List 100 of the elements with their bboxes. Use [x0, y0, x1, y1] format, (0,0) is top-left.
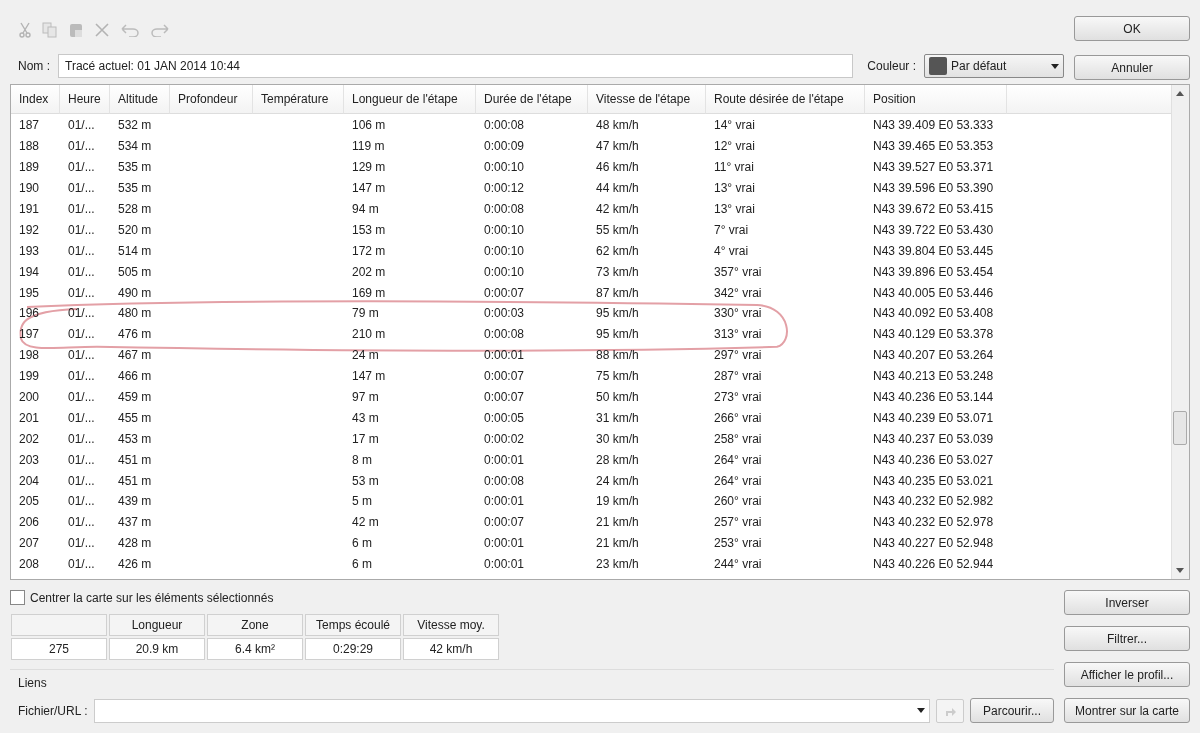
table-cell: N43 40.232 E0 52.982	[873, 494, 994, 509]
column-header[interactable]: Durée de l'étape	[476, 85, 588, 114]
table-cell: N43 40.227 E0 52.948	[873, 536, 994, 551]
table-cell: 287° vrai	[714, 369, 762, 384]
table-cell: 01/...	[68, 118, 95, 133]
table-cell: 01/...	[68, 243, 95, 258]
table-cell: 535 m	[118, 181, 152, 196]
column-header[interactable]: Profondeur	[170, 85, 253, 114]
table-cell: N43 40.213 E0 53.248	[873, 369, 994, 384]
column-header[interactable]: Longueur de l'étape	[344, 85, 476, 114]
table-cell: 14° vrai	[714, 118, 755, 133]
table-cell: 188	[19, 139, 40, 154]
side-button[interactable]: Montrer sur la carte	[1064, 698, 1190, 723]
open-link-button[interactable]	[936, 698, 964, 723]
table-cell: 8 m	[352, 452, 372, 467]
table-cell: 264° vrai	[714, 452, 762, 467]
table-cell: 55 km/h	[596, 222, 639, 237]
table-cell: 207	[19, 536, 40, 551]
column-header[interactable]: Température	[253, 85, 344, 114]
table-cell: 7° vrai	[714, 222, 749, 237]
center-map-checkbox[interactable]: Centrer la carte sur les éléments sélectionnés	[10, 590, 1054, 605]
table-cell: 28 km/h	[596, 452, 639, 467]
table-cell: 534 m	[118, 139, 152, 154]
vertical-scrollbar[interactable]	[1171, 85, 1189, 579]
table-cell: 194	[19, 264, 40, 279]
table-cell: 0:00:02	[484, 431, 525, 446]
table-cell: N43 39.409 E0 53.333	[873, 118, 994, 133]
scroll-up-arrow-icon[interactable]	[1176, 91, 1184, 96]
browse-button[interactable]: Parcourir...	[970, 698, 1054, 723]
table-cell: 21 km/h	[596, 536, 639, 551]
table-cell: 451 m	[118, 452, 152, 467]
stats-value: 42 km/h	[403, 638, 499, 660]
table-cell: 202	[19, 431, 40, 446]
table-cell: 42 km/h	[596, 202, 639, 216]
column-header[interactable]: Vitesse de l'étape	[588, 85, 706, 114]
table-cell: 197	[19, 327, 40, 342]
table-cell: 01/...	[68, 306, 95, 321]
table-cell: 87 km/h	[596, 285, 639, 300]
side-button[interactable]: Inverser	[1064, 590, 1190, 615]
scroll-down-arrow-icon[interactable]	[1176, 568, 1184, 573]
table-cell: 0:00:01	[484, 557, 525, 572]
table-cell: 42 m	[352, 515, 379, 530]
table-cell: 01/...	[68, 327, 95, 342]
table-cell: 0:00:09	[484, 139, 525, 154]
dialog-button[interactable]: OK	[1074, 16, 1190, 41]
table-cell: 01/...	[68, 452, 95, 467]
table-cell: 0:00:10	[484, 160, 525, 175]
scrollbar-thumb[interactable]	[1173, 411, 1187, 445]
table-cell: 01/...	[68, 285, 95, 300]
table-cell: N43 40.235 E0 53.021	[873, 473, 994, 488]
stats-value: 0:29:29	[305, 638, 401, 660]
table-cell: 342° vrai	[714, 285, 762, 300]
dropdown-arrow-icon	[917, 708, 925, 713]
table-cell: 01/...	[68, 181, 95, 196]
table-cell: 0:00:01	[484, 494, 525, 509]
table-cell: 357° vrai	[714, 264, 762, 279]
table-cell: 44 km/h	[596, 181, 639, 196]
table-cell: 439 m	[118, 494, 152, 509]
table-cell: N43 39.896 E0 53.454	[873, 264, 994, 279]
column-header[interactable]: Heure	[60, 85, 110, 114]
table-cell: 01/...	[68, 515, 95, 530]
file-url-label: Fichier/URL :	[18, 703, 88, 718]
table-cell: 476 m	[118, 327, 152, 342]
table-cell: 253° vrai	[714, 536, 762, 551]
table-cell: 53 m	[352, 473, 379, 488]
file-url-field[interactable]	[93, 698, 930, 723]
side-button[interactable]: Afficher le profil...	[1064, 662, 1190, 687]
column-header[interactable]: Altitude	[110, 85, 170, 114]
side-button[interactable]: Filtrer...	[1064, 626, 1190, 651]
table-cell: N43 40.129 E0 53.378	[873, 327, 994, 342]
table-cell: N43 39.804 E0 53.445	[873, 243, 994, 258]
table-cell: 129 m	[352, 160, 386, 175]
dialog-button[interactable]: Annuler	[1074, 55, 1190, 80]
column-header[interactable]: Index	[11, 85, 60, 114]
table-cell: 426 m	[118, 557, 152, 572]
column-header[interactable]: Route désirée de l'étape	[706, 85, 865, 114]
table-cell: 480 m	[118, 306, 152, 321]
table-cell: 0:00:08	[484, 327, 525, 342]
table-cell: 11° vrai	[714, 160, 754, 175]
table-cell: N43 40.207 E0 53.264	[873, 348, 994, 363]
table-cell: 195	[19, 285, 40, 300]
stats-header: Zone	[207, 614, 303, 636]
table-cell: 198	[19, 348, 40, 363]
table-cell: 202 m	[352, 264, 386, 279]
column-header[interactable]: Position	[865, 85, 1007, 114]
color-dropdown[interactable]: Par défaut	[924, 54, 1064, 78]
table-cell: 153 m	[352, 222, 386, 237]
name-label: Nom :	[18, 59, 50, 73]
table-cell: 0:00:07	[484, 390, 525, 404]
table-cell: 199	[19, 369, 40, 384]
dropdown-arrow-icon	[1051, 63, 1059, 69]
table-cell: 505 m	[118, 264, 152, 279]
table-cell: 190	[19, 181, 40, 196]
table-cell: 73 km/h	[596, 264, 639, 279]
table-cell: 75 km/h	[596, 369, 639, 384]
table-cell: 191	[19, 202, 40, 216]
table-cell: N43 39.672 E0 53.415	[873, 202, 994, 216]
table-cell: 01/...	[68, 390, 95, 404]
table-cell: 467 m	[118, 348, 152, 363]
name-field[interactable]: Tracé actuel: 01 JAN 2014 10:44	[58, 54, 854, 78]
